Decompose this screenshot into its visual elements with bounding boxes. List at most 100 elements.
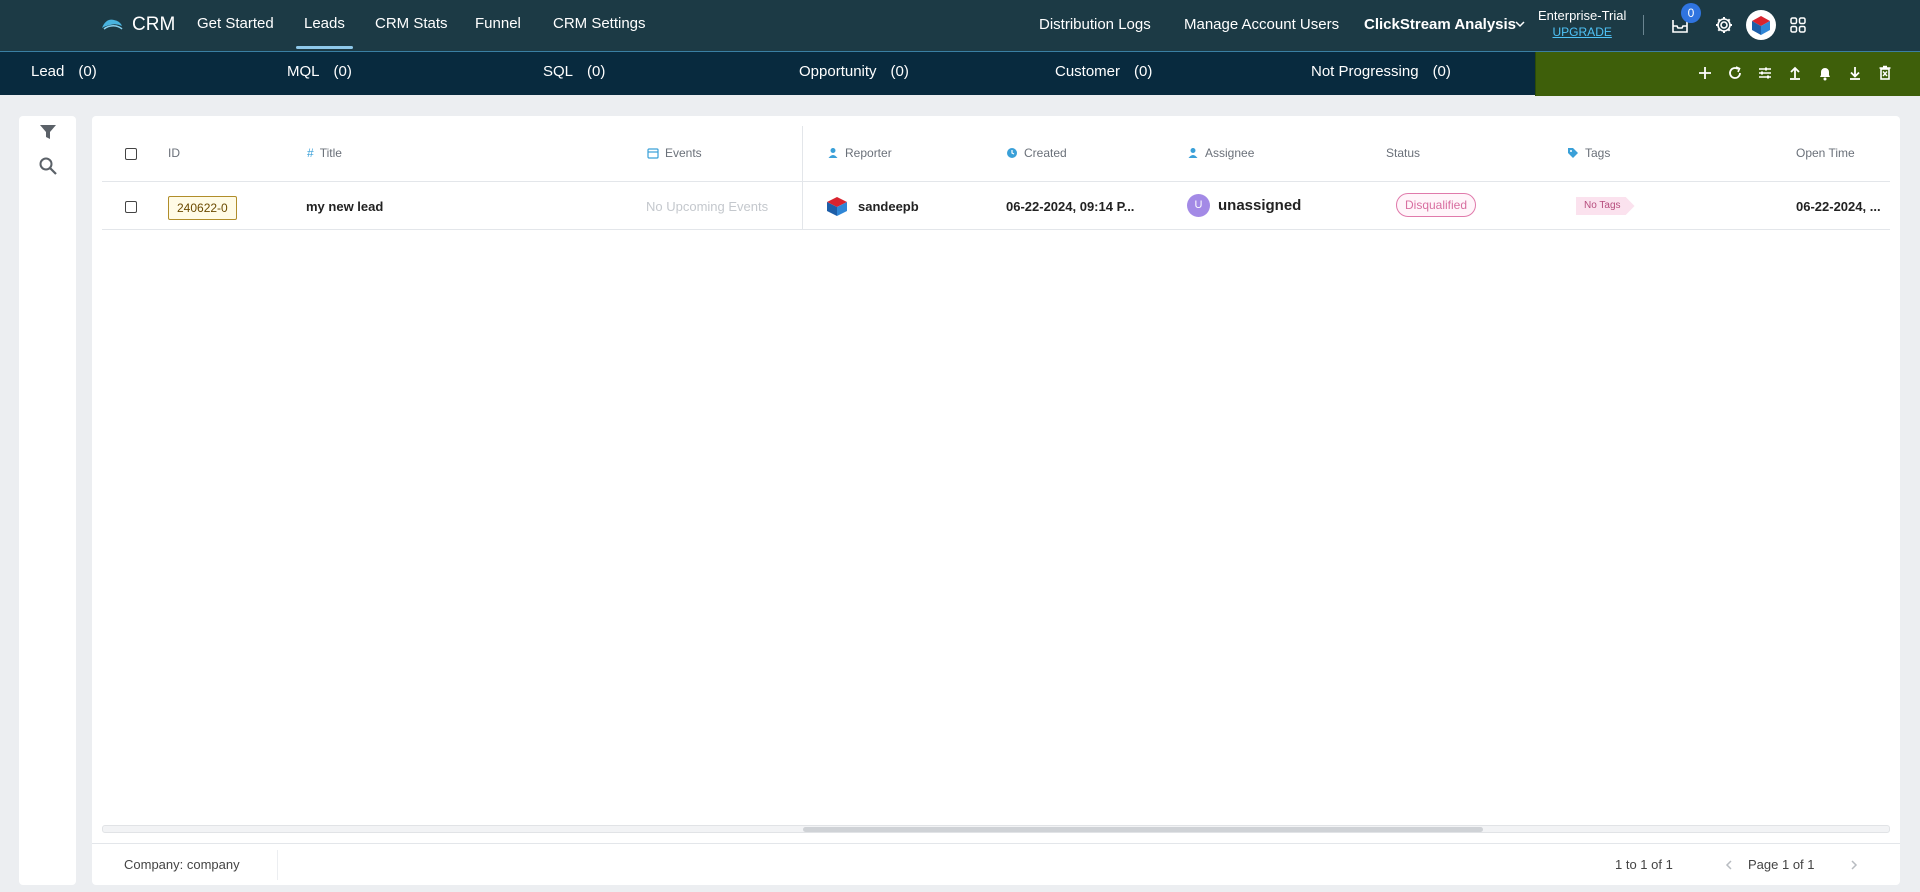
table-footer: Company: company 1 to 1 of 1 Page 1 of 1	[92, 843, 1900, 885]
stage-count: (0)	[1134, 63, 1153, 80]
trash-icon[interactable]	[1876, 64, 1894, 82]
search-icon[interactable]	[38, 156, 58, 176]
plan-name: Enterprise-Trial	[1538, 8, 1627, 23]
stage-opportunity[interactable]: Opportunity (0)	[799, 52, 909, 96]
select-all-checkbox[interactable]	[125, 148, 137, 160]
tag-icon	[1568, 148, 1578, 158]
stage-count: (0)	[1432, 63, 1451, 80]
stage-count: (0)	[333, 63, 352, 80]
company-label: Company: company	[124, 857, 240, 872]
header-label: Status	[1386, 146, 1421, 160]
col-header-title[interactable]: # Title	[307, 146, 342, 160]
lead-events: No Upcoming Events	[646, 199, 769, 214]
plus-icon[interactable]	[1696, 64, 1714, 82]
header-label: Events	[665, 146, 702, 160]
distribution-logs-link[interactable]: Distribution Logs	[1039, 0, 1151, 51]
divider	[277, 850, 278, 880]
header-label: Tags	[1585, 146, 1611, 160]
open-time: 06-22-2024, ...	[1796, 199, 1881, 214]
assignee-name[interactable]: unassigned	[1218, 197, 1301, 214]
header-label: Open Time	[1796, 146, 1855, 160]
stage-mql[interactable]: MQL (0)	[287, 52, 352, 96]
header-label: Created	[1024, 146, 1067, 160]
header-label: ID	[168, 146, 180, 160]
col-header-events[interactable]: Events	[647, 146, 702, 160]
account-avatar[interactable]	[1745, 9, 1777, 41]
col-header-reporter[interactable]: Reporter	[827, 146, 892, 160]
stage-not-progressing[interactable]: Not Progressing (0)	[1311, 52, 1451, 96]
reporter-name: sandeepb	[858, 199, 919, 214]
calendar-icon	[647, 148, 659, 159]
crm-logo[interactable]: CRM	[100, 14, 175, 36]
nav-funnel[interactable]: Funnel	[475, 0, 521, 51]
stage-label: Not Progressing	[1311, 63, 1419, 80]
nav-leads[interactable]: Leads	[296, 0, 353, 51]
page-indicator: Page 1 of 1	[1748, 857, 1815, 872]
reporter-avatar	[827, 197, 847, 216]
logo-text: CRM	[132, 14, 176, 35]
filter-icon[interactable]	[38, 122, 58, 142]
stage-label: Customer	[1055, 63, 1121, 80]
header-label: Assignee	[1205, 146, 1255, 160]
row-checkbox[interactable]	[125, 201, 137, 213]
inbox-badge: 0	[1681, 3, 1701, 23]
stage-count: (0)	[587, 63, 606, 80]
horizontal-scrollbar[interactable]	[102, 825, 1890, 833]
refresh-icon[interactable]	[1726, 64, 1744, 82]
hash-icon: #	[307, 146, 314, 160]
manage-account-users-link[interactable]: Manage Account Users	[1184, 0, 1339, 51]
upgrade-link[interactable]: UPGRADE	[1538, 24, 1626, 40]
col-header-tags[interactable]: Tags	[1567, 146, 1610, 160]
nav-crm-settings[interactable]: CRM Settings	[553, 0, 646, 51]
person-icon	[828, 148, 838, 158]
stage-customer[interactable]: Customer (0)	[1055, 52, 1152, 96]
lead-id-badge[interactable]: 240622-0	[168, 196, 237, 220]
col-header-open-time[interactable]: Open Time	[1796, 146, 1855, 160]
col-header-status[interactable]: Status	[1386, 146, 1420, 160]
cloud-logo-icon	[102, 19, 123, 30]
chevron-down-icon[interactable]	[1515, 19, 1525, 29]
chevron-right-icon[interactable]	[1847, 858, 1861, 872]
lead-title[interactable]: my new lead	[306, 199, 383, 214]
tags-chip[interactable]: No Tags	[1576, 197, 1635, 215]
plan-info: Enterprise-Trial UPGRADE	[1538, 8, 1626, 40]
chevron-left-icon[interactable]	[1722, 858, 1736, 872]
divider	[1643, 15, 1644, 35]
person-icon	[1188, 148, 1198, 158]
sliders-icon[interactable]	[1756, 64, 1774, 82]
leads-table-panel: ID # Title Events Reporter Created Assig…	[92, 116, 1900, 885]
col-header-assignee[interactable]: Assignee	[1187, 146, 1254, 160]
apps-grid-icon[interactable]	[1787, 14, 1809, 36]
table-header: ID # Title Events Reporter Created Assig…	[102, 126, 1890, 182]
stage-label: SQL	[543, 63, 574, 80]
workspace-selector[interactable]: ClickStream Analysis	[1364, 0, 1516, 51]
stage-label: Opportunity	[799, 63, 877, 80]
col-header-id[interactable]: ID	[168, 146, 180, 160]
nav-get-started[interactable]: Get Started	[197, 0, 274, 51]
table-row[interactable]: 240622-0 my new lead No Upcoming Events …	[102, 183, 1890, 230]
assignee-avatar: U	[1187, 194, 1210, 217]
bell-icon[interactable]	[1816, 64, 1834, 82]
action-toolbar	[1535, 52, 1920, 96]
nav-crm-stats[interactable]: CRM Stats	[375, 0, 448, 51]
gear-icon[interactable]	[1713, 14, 1735, 36]
scrollbar-thumb[interactable]	[803, 827, 1483, 832]
created-date: 06-22-2024, 09:14 P...	[1006, 199, 1135, 214]
col-header-created[interactable]: Created	[1006, 146, 1067, 160]
stage-lead[interactable]: Lead (0)	[31, 52, 97, 96]
stage-count: (0)	[890, 63, 909, 80]
pipeline-stage-bar: Lead (0) MQL (0) SQL (0) Opportunity (0) Cus…	[0, 51, 1920, 96]
stage-label: Lead	[31, 63, 65, 80]
stage-label: MQL	[287, 63, 320, 80]
status-badge[interactable]: Disqualified	[1396, 193, 1477, 217]
header-label: Reporter	[845, 146, 892, 160]
stage-count: (0)	[78, 63, 97, 80]
left-tool-rail	[19, 116, 76, 885]
row-range: 1 to 1 of 1	[1615, 857, 1673, 872]
clock-icon	[1007, 148, 1017, 158]
header-label: Title	[319, 146, 342, 160]
top-navigation: CRM Get Started Leads CRM Stats Funnel C…	[0, 0, 1920, 51]
upload-icon[interactable]	[1786, 64, 1804, 82]
download-icon[interactable]	[1846, 64, 1864, 82]
stage-sql[interactable]: SQL (0)	[543, 52, 605, 96]
